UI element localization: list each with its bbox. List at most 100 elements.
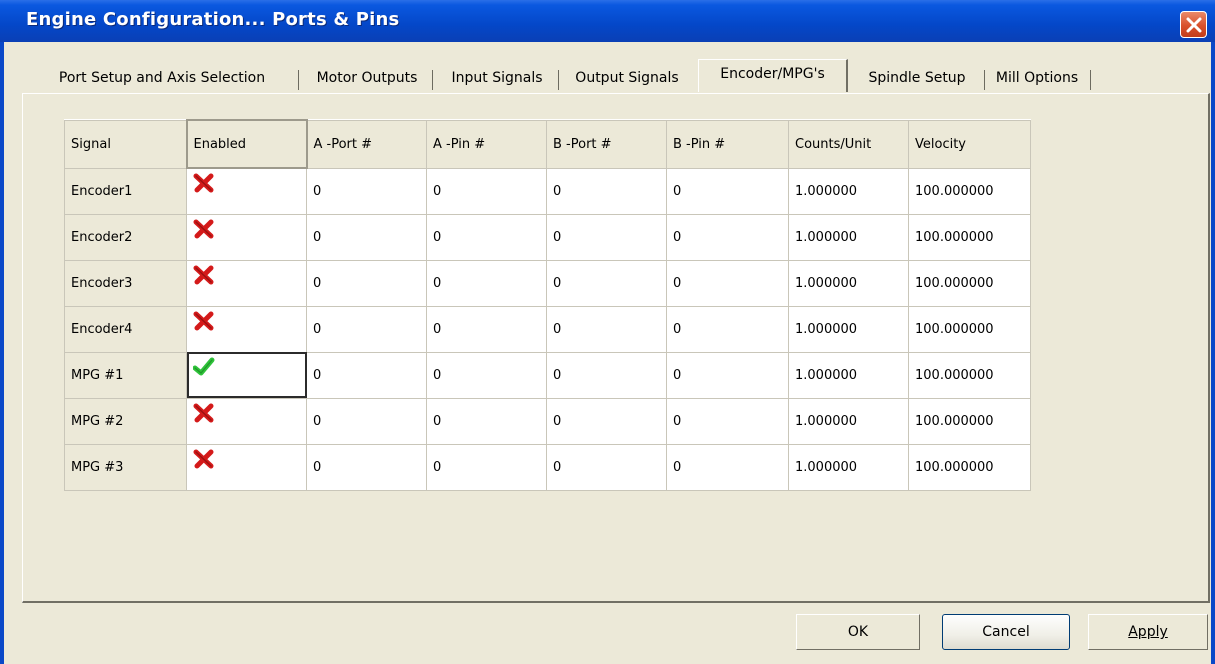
apply-button[interactable]: Apply: [1088, 614, 1208, 650]
window-title: Engine Configuration... Ports & Pins: [26, 9, 400, 30]
velocity-cell[interactable]: 100.000000: [908, 351, 1031, 399]
enabled-cell[interactable]: [186, 397, 307, 445]
tab-input-signals[interactable]: Input Signals: [438, 64, 556, 92]
counts-unit-cell[interactable]: 1.000000: [788, 443, 909, 491]
grid-header-row: Signal Enabled A -Port # A -Pin # B -Por…: [64, 119, 1031, 169]
a-pin-cell[interactable]: 0: [426, 167, 547, 215]
row-header-signal[interactable]: MPG #3: [64, 443, 187, 491]
table-row: Encoder1 0 0 0 0 1.000000 100.000000: [64, 167, 1031, 215]
b-port-cell[interactable]: 0: [546, 305, 667, 353]
row-header-signal[interactable]: MPG #2: [64, 397, 187, 445]
counts-unit-cell[interactable]: 1.000000: [788, 351, 909, 399]
tab-output-signals[interactable]: Output Signals: [564, 64, 690, 92]
enabled-cell[interactable]: [186, 167, 307, 215]
a-port-cell[interactable]: 0: [306, 397, 427, 445]
tab-divider: [432, 70, 433, 90]
close-button[interactable]: [1180, 11, 1207, 38]
close-icon: [1186, 17, 1202, 33]
b-port-cell[interactable]: 0: [546, 167, 667, 215]
b-pin-cell[interactable]: 0: [666, 443, 789, 491]
a-pin-cell[interactable]: 0: [426, 397, 547, 445]
row-header-signal[interactable]: Encoder3: [64, 259, 187, 307]
tab-encoder-mpgs[interactable]: Encoder/MPG's: [698, 59, 848, 92]
column-header-enabled[interactable]: Enabled: [185, 119, 308, 169]
tab-divider: [984, 70, 985, 90]
a-pin-cell[interactable]: 0: [426, 351, 547, 399]
velocity-cell[interactable]: 100.000000: [908, 305, 1031, 353]
column-header-a-port[interactable]: A -Port #: [306, 119, 427, 169]
enabled-cell[interactable]: [186, 213, 307, 261]
table-row: MPG #2 0 0 0 0 1.000000 100.000000: [64, 397, 1031, 445]
a-port-cell[interactable]: 0: [306, 259, 427, 307]
velocity-cell[interactable]: 100.000000: [908, 397, 1031, 445]
tab-motor-outputs[interactable]: Motor Outputs: [304, 64, 430, 92]
title-bar[interactable]: Engine Configuration... Ports & Pins: [0, 0, 1215, 42]
counts-unit-cell[interactable]: 1.000000: [788, 305, 909, 353]
counts-unit-cell[interactable]: 1.000000: [788, 213, 909, 261]
a-pin-cell[interactable]: 0: [426, 259, 547, 307]
counts-unit-cell[interactable]: 1.000000: [788, 259, 909, 307]
tab-divider: [558, 70, 559, 90]
enabled-cell[interactable]: [186, 305, 307, 353]
b-pin-cell[interactable]: 0: [666, 397, 789, 445]
x-icon: [193, 403, 215, 427]
tab-divider: [1090, 70, 1091, 90]
column-header-b-port[interactable]: B -Port #: [546, 119, 667, 169]
column-header-counts-unit[interactable]: Counts/Unit: [788, 119, 909, 169]
velocity-cell[interactable]: 100.000000: [908, 167, 1031, 215]
column-header-a-pin[interactable]: A -Pin #: [426, 119, 547, 169]
window-frame-left: [0, 42, 4, 664]
b-pin-cell[interactable]: 0: [666, 213, 789, 261]
tab-mill-options[interactable]: Mill Options: [986, 64, 1088, 92]
a-port-cell[interactable]: 0: [306, 443, 427, 491]
enabled-cell[interactable]: [186, 259, 307, 307]
enabled-cell[interactable]: [186, 351, 307, 399]
encoder-mpg-grid: Signal Enabled A -Port # A -Pin # B -Por…: [64, 119, 1031, 491]
window-frame-right: [1211, 42, 1215, 664]
b-port-cell[interactable]: 0: [546, 351, 667, 399]
b-pin-cell[interactable]: 0: [666, 259, 789, 307]
a-pin-cell[interactable]: 0: [426, 443, 547, 491]
b-pin-cell[interactable]: 0: [666, 305, 789, 353]
x-icon: [193, 449, 215, 473]
x-icon: [193, 311, 215, 335]
column-header-signal[interactable]: Signal: [64, 119, 187, 169]
x-icon: [193, 219, 215, 243]
b-port-cell[interactable]: 0: [546, 213, 667, 261]
tab-port-setup[interactable]: Port Setup and Axis Selection: [30, 64, 294, 92]
a-port-cell[interactable]: 0: [306, 213, 427, 261]
a-port-cell[interactable]: 0: [306, 351, 427, 399]
table-row: Encoder3 0 0 0 0 1.000000 100.000000: [64, 259, 1031, 307]
table-row: Encoder4 0 0 0 0 1.000000 100.000000: [64, 305, 1031, 353]
a-pin-cell[interactable]: 0: [426, 213, 547, 261]
column-header-b-pin[interactable]: B -Pin #: [666, 119, 789, 169]
b-pin-cell[interactable]: 0: [666, 351, 789, 399]
ok-button[interactable]: OK: [796, 614, 920, 650]
table-row: MPG #1 0 0 0 0 1.000000 100.000000: [64, 351, 1031, 399]
x-icon: [193, 265, 215, 289]
b-pin-cell[interactable]: 0: [666, 167, 789, 215]
a-pin-cell[interactable]: 0: [426, 305, 547, 353]
velocity-cell[interactable]: 100.000000: [908, 443, 1031, 491]
enabled-cell[interactable]: [186, 443, 307, 491]
velocity-cell[interactable]: 100.000000: [908, 213, 1031, 261]
table-row: MPG #3 0 0 0 0 1.000000 100.000000: [64, 443, 1031, 491]
b-port-cell[interactable]: 0: [546, 259, 667, 307]
b-port-cell[interactable]: 0: [546, 443, 667, 491]
row-header-signal[interactable]: Encoder1: [64, 167, 187, 215]
table-row: Encoder2 0 0 0 0 1.000000 100.000000: [64, 213, 1031, 261]
row-header-signal[interactable]: MPG #1: [64, 351, 187, 399]
tab-divider: [298, 70, 299, 90]
b-port-cell[interactable]: 0: [546, 397, 667, 445]
row-header-signal[interactable]: Encoder4: [64, 305, 187, 353]
row-header-signal[interactable]: Encoder2: [64, 213, 187, 261]
counts-unit-cell[interactable]: 1.000000: [788, 167, 909, 215]
velocity-cell[interactable]: 100.000000: [908, 259, 1031, 307]
a-port-cell[interactable]: 0: [306, 167, 427, 215]
counts-unit-cell[interactable]: 1.000000: [788, 397, 909, 445]
check-icon: [192, 357, 215, 381]
a-port-cell[interactable]: 0: [306, 305, 427, 353]
tab-spindle-setup[interactable]: Spindle Setup: [852, 64, 982, 92]
column-header-velocity[interactable]: Velocity: [908, 119, 1031, 169]
cancel-button[interactable]: Cancel: [942, 614, 1070, 650]
